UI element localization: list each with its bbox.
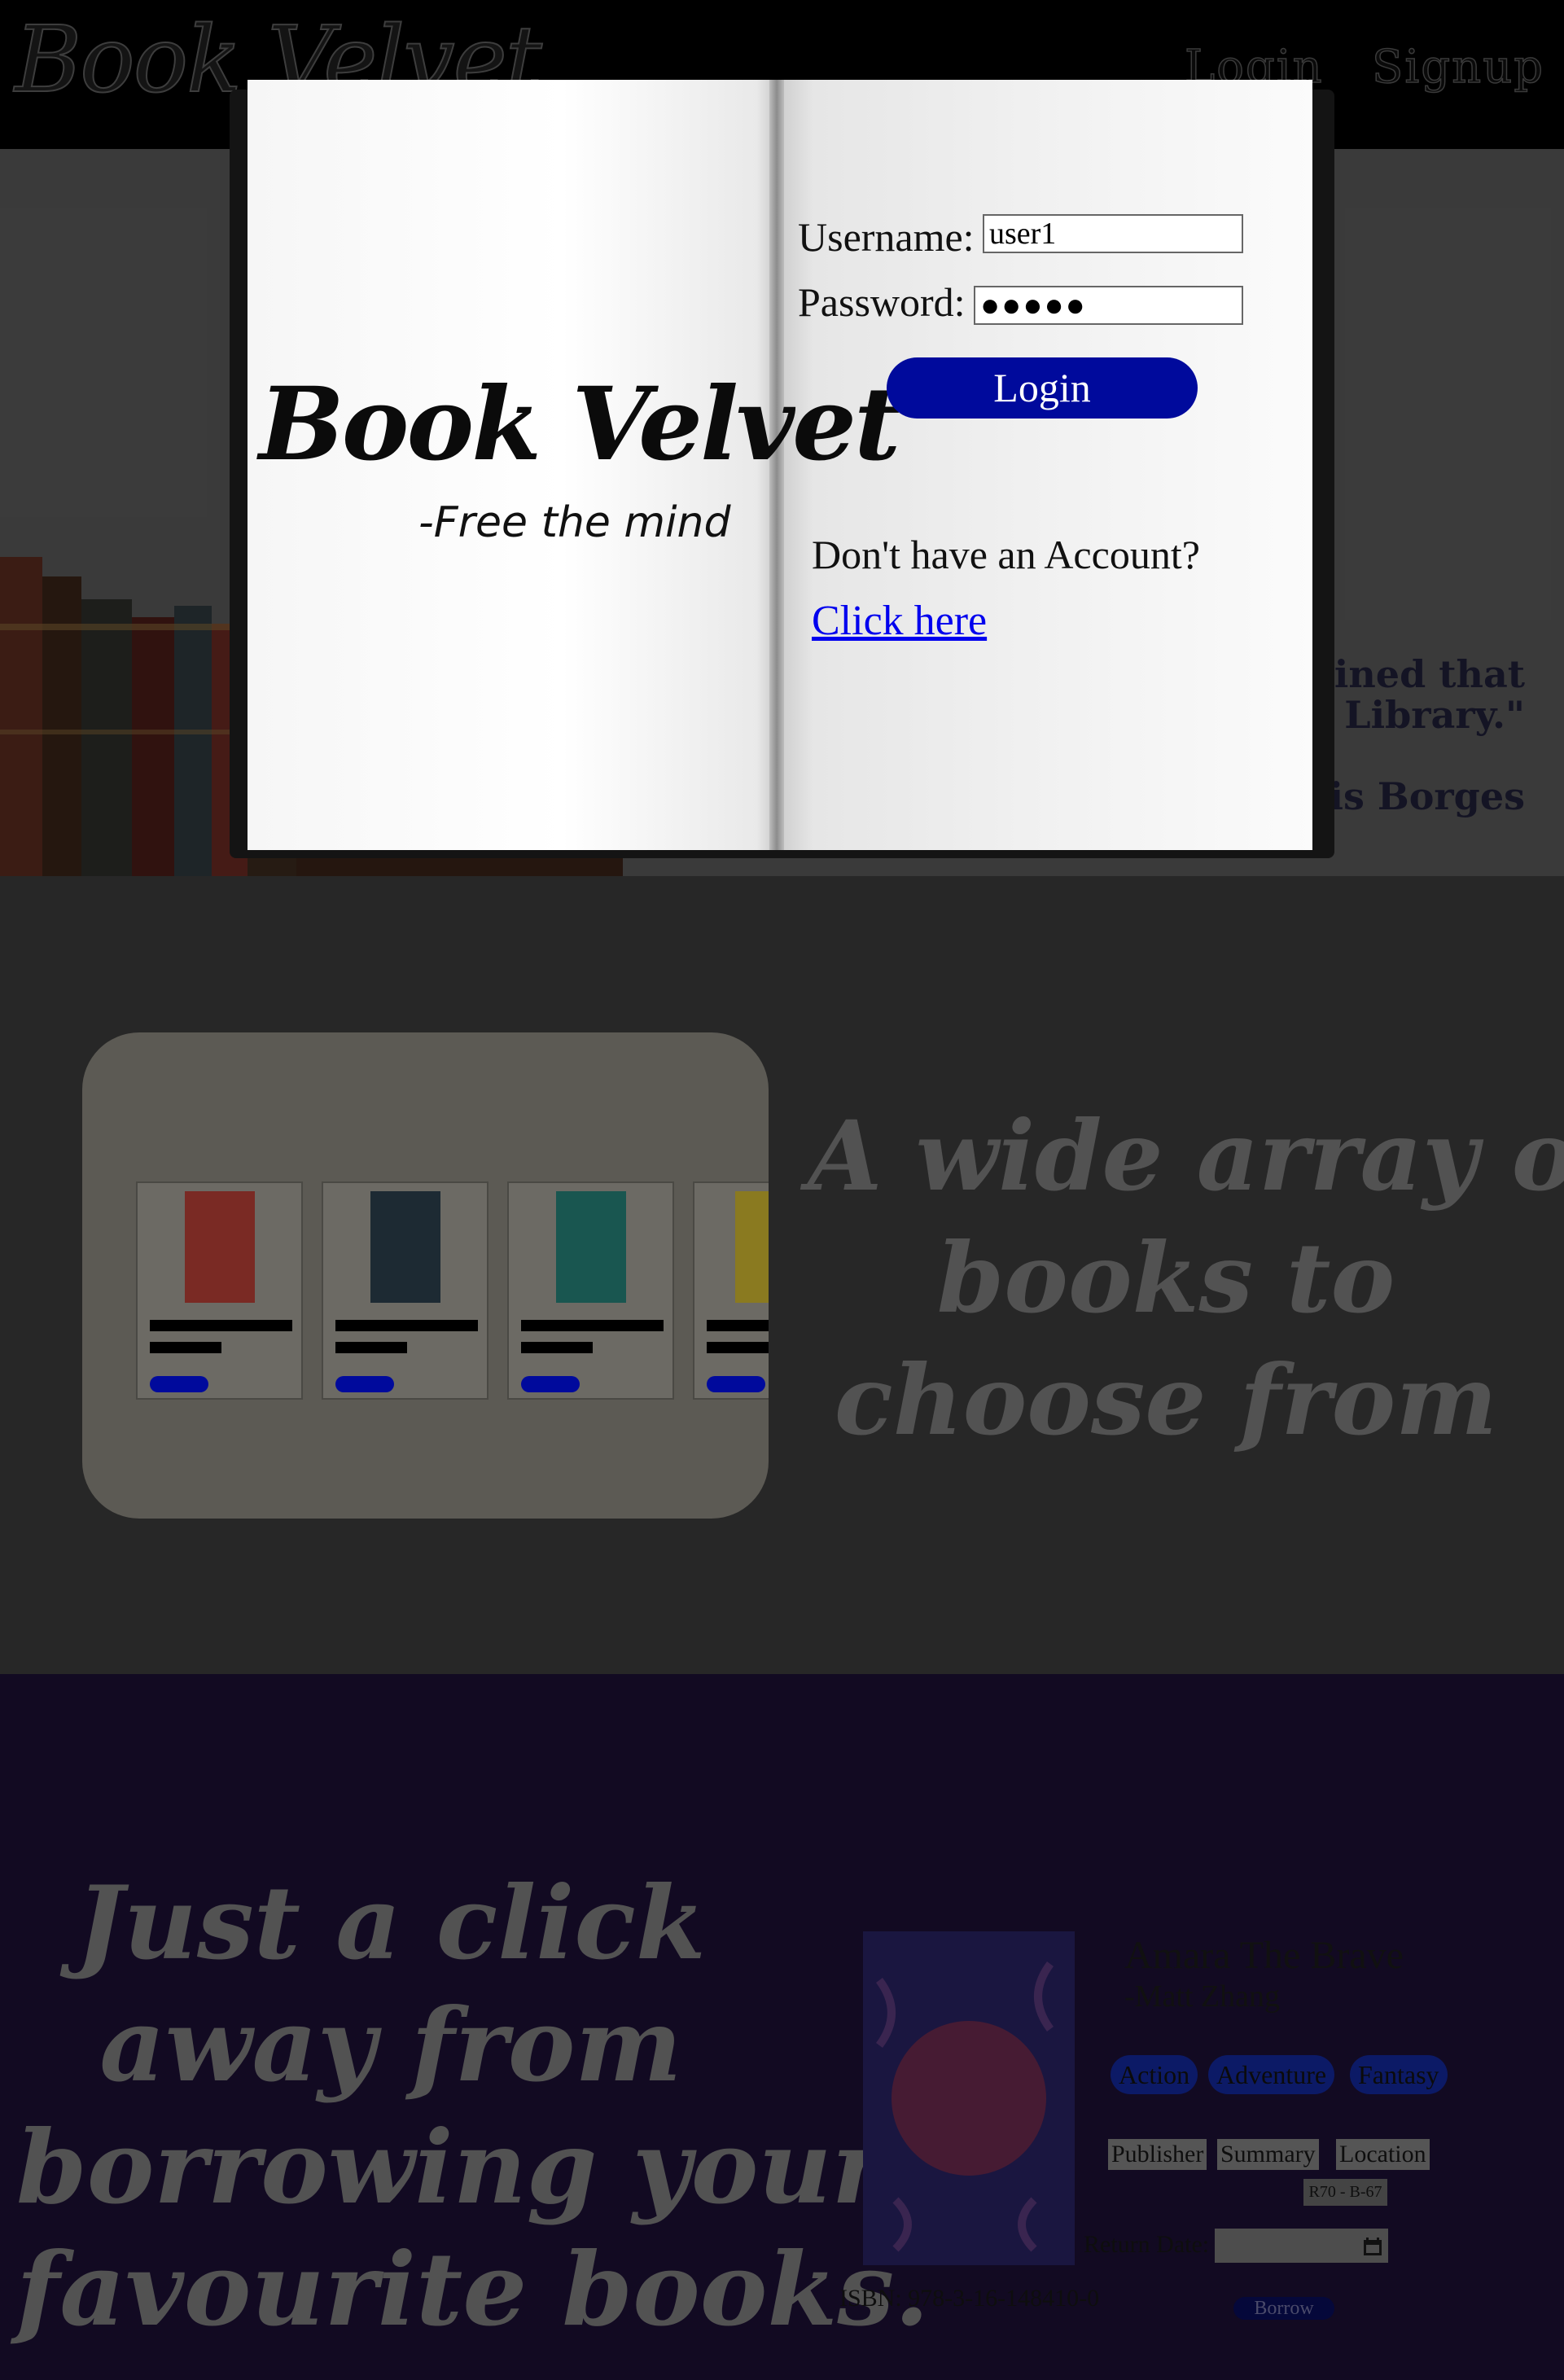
book-list-preview [82,1032,769,1519]
book-card[interactable] [322,1181,488,1400]
borrow-heading-line2: away from [99,1987,682,2105]
return-date-label: Return Date: [1084,2231,1210,2258]
tab-location[interactable]: Location [1336,2139,1430,2170]
no-account-text: Don't have an Account? [812,532,1200,577]
genre-tag-adventure[interactable]: Adventure [1208,2055,1335,2094]
book-card[interactable] [507,1181,674,1400]
card-action-pill[interactable] [335,1376,394,1392]
card-author-bar [521,1342,593,1353]
card-author-bar [150,1342,221,1353]
card-author-bar [707,1342,769,1353]
password-label: Password: [798,279,966,325]
book-cover-image [556,1191,626,1303]
borrow-button[interactable]: Borrow [1233,2297,1334,2320]
card-title-bar [150,1320,292,1331]
book-cover-image [735,1191,769,1303]
genre-tag-action[interactable]: Action [1111,2055,1198,2094]
borrow-heading-line3: borrowing your [16,2109,885,2227]
login-button[interactable]: Login [887,357,1198,419]
genre-tag-fantasy[interactable]: Fantasy [1350,2055,1448,2094]
borrow-heading-line4: favourite books. [16,2231,930,2349]
borrow-book-cover [863,1931,1075,2265]
tab-summary[interactable]: Summary [1217,2139,1319,2170]
borrow-book-title: Amara The Brave [1124,1934,1404,1977]
books-heading-line1: A wide array of [808,1099,1564,1212]
username-input[interactable]: user1 [983,214,1243,253]
borrow-book-author: -Matt Zhang [1124,1979,1281,2014]
calendar-icon[interactable] [1362,2236,1383,2257]
card-title-bar [521,1320,664,1331]
books-heading-line3: choose from [834,1343,1498,1457]
username-label: Username: [798,214,975,260]
card-title-bar [335,1320,478,1331]
location-tooltip: R70 - B-67 [1303,2179,1387,2206]
nav-signup-link[interactable]: Signup [1371,40,1544,94]
book-card[interactable] [136,1181,303,1400]
book-tagline: -Free the mind [418,498,731,547]
card-action-pill[interactable] [150,1376,208,1392]
books-heading-line2: books to [936,1221,1395,1335]
card-action-pill[interactable] [707,1376,765,1392]
return-date-input[interactable] [1215,2229,1388,2263]
tab-publisher[interactable]: Publisher [1108,2139,1207,2170]
password-input[interactable]: ●●●●● [974,286,1243,325]
book-isbn: ISBN: 978-3-16-148410-0 [839,2285,1100,2312]
book-cover-image [185,1191,255,1303]
borrow-heading-line1: Just a click [76,1865,706,1983]
book-title: Book Velvet [259,366,900,484]
card-action-pill[interactable] [521,1376,580,1392]
book-cover-image [370,1191,440,1303]
card-author-bar [335,1342,407,1353]
book-card[interactable] [693,1181,769,1400]
card-title-bar [707,1320,769,1331]
signup-click-here-link[interactable]: Click here [812,597,987,645]
